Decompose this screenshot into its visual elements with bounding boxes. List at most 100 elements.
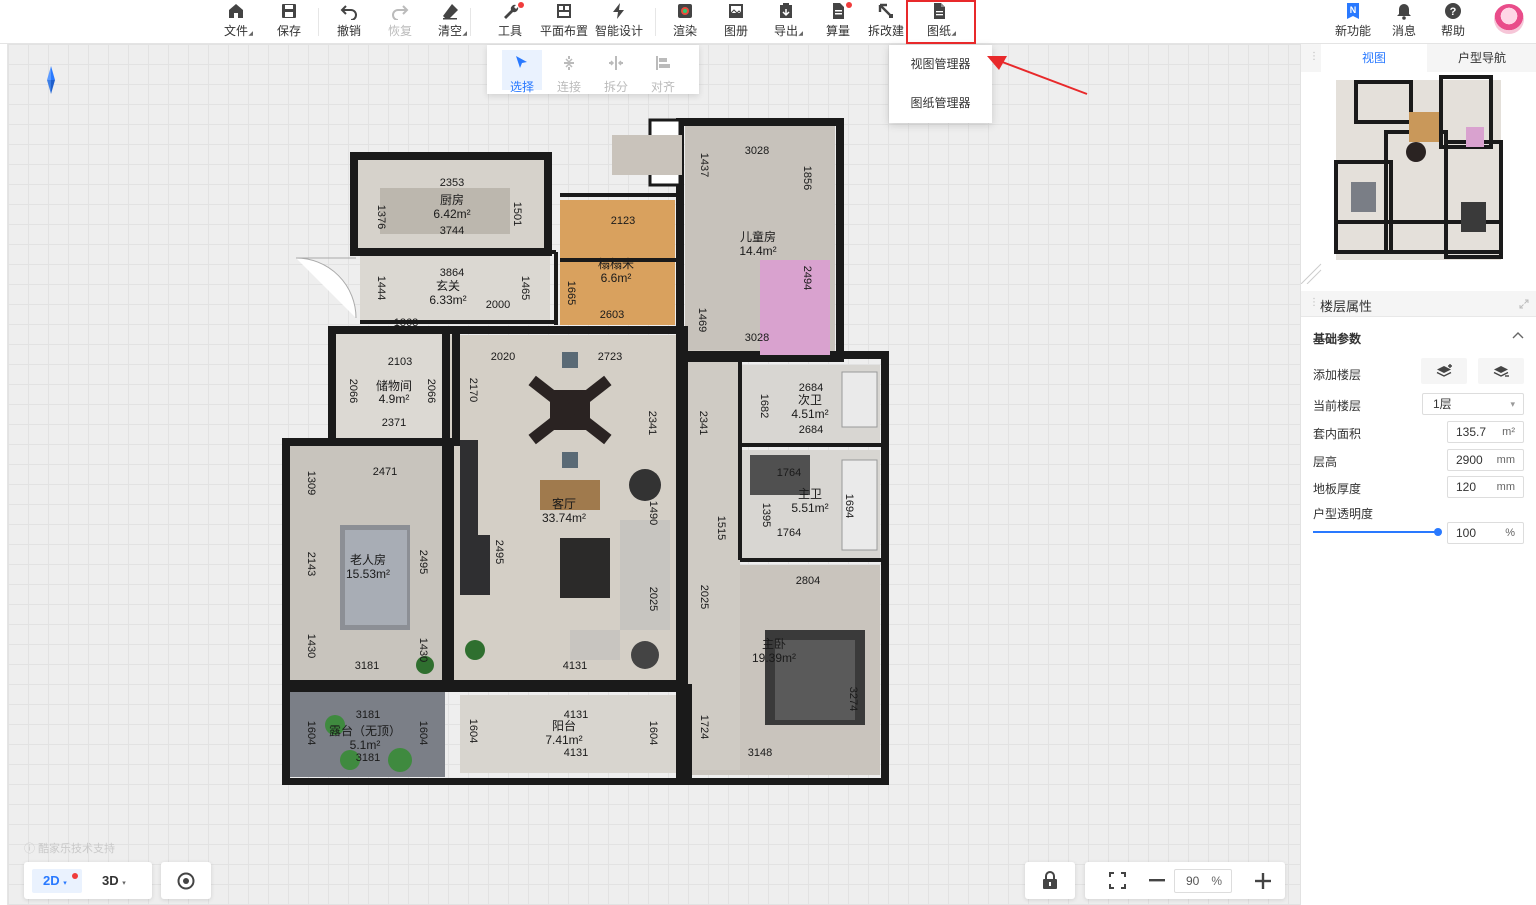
expand-icon[interactable] <box>1519 299 1529 309</box>
chevron-down-icon: ▾ <box>1510 399 1515 409</box>
dimension-label: 2371 <box>382 417 406 429</box>
room-area-bath1: 5.51m² <box>791 501 828 515</box>
align-icon <box>654 54 672 75</box>
opacity-input[interactable]: 100 % <box>1447 522 1524 544</box>
toolbar-layout-button[interactable]: 平面布置 <box>534 2 594 42</box>
split-icon <box>607 54 625 75</box>
sub-connect-button[interactable]: 连接 <box>549 50 589 94</box>
dimension-label: 1764 <box>777 467 801 479</box>
layers-add-icon <box>1436 364 1452 377</box>
sub-label: 对齐 <box>650 80 675 94</box>
drag-handle-icon[interactable]: ⋮ <box>1309 51 1319 62</box>
caret-down-icon: ▾ <box>63 880 67 887</box>
room-name-terrace: 露台（无顶） <box>329 723 401 738</box>
toolbar-separator <box>470 8 471 36</box>
dimension-label: 2020 <box>491 351 515 363</box>
room-name-bath2: 次卫 <box>798 393 822 407</box>
toolbar-eraser-button[interactable]: 清空 ◢ <box>420 2 480 42</box>
dimension-label: 1764 <box>777 527 801 539</box>
sub-align-button[interactable]: 对齐 <box>643 50 683 94</box>
sub-cursor-button[interactable]: 选择 <box>502 50 542 94</box>
zoom-in-icon[interactable] <box>1255 873 1271 889</box>
dimension-label: 1856 <box>801 166 813 190</box>
toolbar-label: 算量 <box>825 24 850 38</box>
fullscreen-icon[interactable] <box>1109 872 1126 889</box>
toolbar-lightning-button[interactable]: 智能设计 <box>589 2 649 42</box>
dimension-label: 3028 <box>745 145 769 157</box>
floor-height-input[interactable]: 2900 mm <box>1447 449 1524 471</box>
dimension-label: 2000 <box>486 299 510 311</box>
sub-split-button[interactable]: 拆分 <box>596 50 636 94</box>
opacity-slider-track[interactable] <box>1313 531 1437 533</box>
toolbar-export-button[interactable]: 导出 ◢ <box>756 2 816 42</box>
inner-area-input[interactable]: 135.7 m² <box>1447 421 1524 443</box>
toolbar-label: 清空 ◢ <box>437 24 467 38</box>
collapse-icon[interactable] <box>1512 331 1524 339</box>
toolbar-home-button[interactable]: 文件 ◢ <box>206 2 266 42</box>
tab-view[interactable]: 视图 <box>1321 44 1427 72</box>
dimension-label: 1604 <box>417 721 429 745</box>
opacity-slider-handle[interactable] <box>1434 528 1442 536</box>
dimension-label: 4131 <box>563 660 587 672</box>
room-area-kitchen: 6.42m² <box>433 207 470 221</box>
render-icon <box>676 2 694 20</box>
zoom-out-icon[interactable] <box>1149 879 1165 882</box>
svg-text:N: N <box>1350 5 1357 15</box>
dimension-label: 1437 <box>698 153 710 177</box>
undo-icon <box>340 2 358 20</box>
zoom-controls: 90 % <box>1085 862 1285 899</box>
current-floor-select[interactable]: 1层 ▾ <box>1422 393 1524 415</box>
toolbar-wrench-button[interactable]: 工具 <box>480 2 540 42</box>
notify-dot <box>72 873 78 879</box>
toolbar-label: 恢复 <box>387 24 412 38</box>
dimension-label: 1395 <box>760 503 772 527</box>
info-icon: ⓘ <box>24 843 35 855</box>
notify-dot <box>518 2 524 8</box>
eye-button[interactable] <box>161 862 211 899</box>
room-name-living: 客厅 <box>552 496 576 511</box>
dimension-label: 2723 <box>598 351 622 363</box>
dimension-label: 2495 <box>417 550 429 574</box>
room-area-storage: 4.9m² <box>379 392 410 406</box>
mode-2d-button[interactable]: 2D ▾ <box>32 869 82 893</box>
dimension-label: 1604 <box>467 719 479 743</box>
minimap[interactable] <box>1300 72 1536 285</box>
tab-floor-nav[interactable]: 户型导航 <box>1427 44 1536 72</box>
mode-3d-button[interactable]: 3D ▾ <box>102 869 142 893</box>
album-icon <box>727 2 745 20</box>
toolbar-help-button[interactable]: ? 帮助 <box>1423 2 1483 42</box>
dimension-label: 1665 <box>565 281 577 305</box>
toolbar-save-button[interactable]: 保存 <box>259 2 319 42</box>
lightning-icon <box>610 2 628 20</box>
dimension-label: 3864 <box>440 267 464 279</box>
drawing-manager-item[interactable]: 图纸管理器 <box>889 88 992 118</box>
support-watermark: ⓘ 酷家乐技术支持 <box>24 840 115 856</box>
zoom-input[interactable]: 90 % <box>1174 869 1232 893</box>
dimension-label: 2353 <box>440 177 464 189</box>
new-feature-icon: N <box>1344 2 1362 20</box>
mode-3d-label: 3D <box>102 873 119 888</box>
add-floor-down-button[interactable] <box>1478 358 1524 384</box>
view-tabs: ⋮ 视图 户型导航 <box>1301 44 1536 72</box>
floor-thickness-value: 120 <box>1456 480 1477 494</box>
dimension-label: 1604 <box>305 721 317 745</box>
floor-thickness-label: 地板厚度 <box>1313 482 1362 496</box>
opacity-value: 100 <box>1456 526 1477 540</box>
zoom-unit: % <box>1211 874 1222 888</box>
lock-icon <box>1043 871 1057 889</box>
toolbar-label: 保存 <box>276 24 301 38</box>
add-floor-up-button[interactable] <box>1421 358 1467 384</box>
room-name-elder: 老人房 <box>350 552 386 567</box>
avatar[interactable] <box>1494 4 1524 34</box>
inner-area-value: 135.7 <box>1456 425 1487 439</box>
room-area-elder: 15.53m² <box>346 567 390 581</box>
sub-label: 连接 <box>556 80 581 94</box>
help-icon: ? <box>1444 2 1462 20</box>
dimension-label: 2603 <box>600 309 624 321</box>
floor-thickness-input[interactable]: 120 mm <box>1447 476 1524 498</box>
view-manager-item[interactable]: 视图管理器 <box>889 49 992 79</box>
floor-plan[interactable]: 厨房 6.42m² 玄关 6.33m² 榻榻米 6.6m² 儿童房 14.4m²… <box>260 110 890 785</box>
drag-handle-icon[interactable]: ⋮ <box>1309 297 1319 308</box>
dimension-label: 2494 <box>801 266 813 290</box>
lock-button[interactable] <box>1025 862 1075 899</box>
